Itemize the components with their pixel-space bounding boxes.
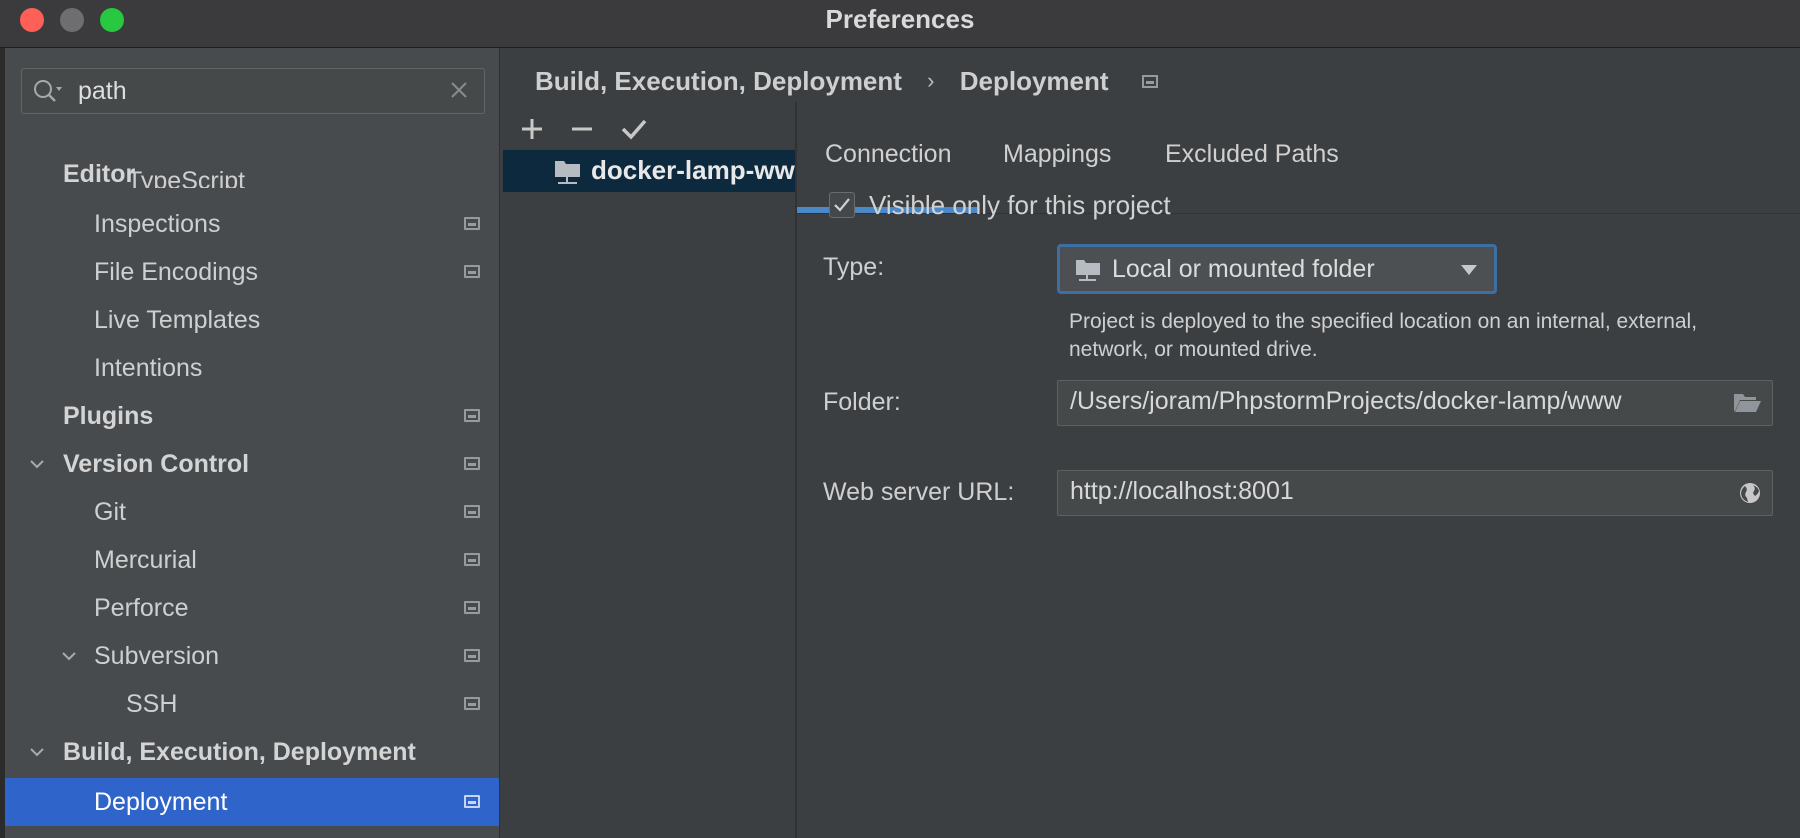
settings-sidebar: TypeScript Editor Inspections File Encod… (5, 48, 500, 838)
project-settings-icon (464, 505, 480, 518)
tab-label: Connection (825, 140, 952, 168)
sidebar-item-label: Perforce (94, 594, 189, 622)
folder-label: Folder: (823, 388, 901, 416)
sidebar-item-subversion[interactable]: Subversion (5, 632, 499, 680)
sidebar-item-file-encodings[interactable]: File Encodings (5, 248, 499, 296)
sidebar-item-label: Inspections (94, 210, 221, 238)
search-icon (34, 80, 62, 102)
sidebar-item-mercurial[interactable]: Mercurial (5, 536, 499, 584)
project-settings-icon (464, 265, 480, 278)
project-settings-icon (464, 697, 480, 710)
project-settings-icon (464, 649, 480, 662)
sidebar-item-live-templates[interactable]: Live Templates (5, 296, 499, 344)
tab-label: Excluded Paths (1165, 140, 1339, 168)
breadcrumb-current: Deployment (959, 65, 1109, 96)
project-settings-icon (464, 553, 480, 566)
sidebar-item-perforce[interactable]: Perforce (5, 584, 499, 632)
search-box[interactable] (21, 68, 485, 114)
remove-server-button[interactable] (565, 112, 599, 146)
project-settings-icon (464, 601, 480, 614)
web-server-url-label: Web server URL: (823, 478, 1015, 506)
sidebar-item-git[interactable]: Git (5, 488, 499, 536)
chevron-down-icon (1461, 265, 1477, 275)
sidebar-item-label: Intentions (94, 354, 203, 382)
visible-only-checkbox[interactable] (829, 192, 855, 218)
breadcrumb-separator: › (927, 68, 935, 94)
chevron-down-icon[interactable] (61, 648, 77, 664)
sidebar-item-inspections[interactable]: Inspections (5, 200, 499, 248)
add-server-button[interactable] (515, 112, 549, 146)
project-settings-icon (1141, 74, 1158, 88)
server-list-item[interactable]: docker-lamp-www (503, 150, 795, 192)
tab-label: Mappings (1003, 140, 1112, 168)
sidebar-item-label: Build, Execution, Deployment (63, 738, 416, 766)
sidebar-item-label: Editor (63, 160, 136, 188)
project-settings-icon (464, 457, 480, 470)
breadcrumb-parent[interactable]: Build, Execution, Deployment (535, 66, 902, 97)
sidebar-item-build-execution-deployment[interactable]: Build, Execution, Deployment (5, 728, 499, 776)
server-name: docker-lamp-www (591, 155, 795, 185)
sidebar-item-label: Git (94, 498, 126, 526)
chevron-down-icon[interactable] (29, 744, 45, 760)
project-settings-icon (464, 217, 480, 230)
web-server-url-value: http://localhost:8001 (1070, 477, 1294, 505)
sidebar-item-editor[interactable]: Editor (5, 154, 499, 194)
sidebar-item-intentions[interactable]: Intentions (5, 344, 499, 392)
type-value: Local or mounted folder (1112, 255, 1375, 283)
web-server-url-field[interactable]: http://localhost:8001 (1057, 470, 1773, 516)
globe-icon[interactable] (1732, 481, 1762, 505)
type-label: Type: (823, 253, 885, 281)
project-settings-icon (464, 409, 480, 422)
sidebar-item-plugins[interactable]: Plugins (5, 392, 499, 440)
folder-server-icon (555, 161, 580, 184)
sidebar-item-ssh[interactable]: SSH (5, 680, 499, 728)
folder-field[interactable]: /Users/joram/PhpstormProjects/docker-lam… (1057, 380, 1773, 426)
sidebar-item-deployment[interactable]: Deployment (5, 778, 499, 826)
sidebar-item-label: Version Control (63, 450, 250, 478)
breadcrumb: Build, Execution, Deployment › Deploymen… (535, 64, 1158, 104)
folder-value: /Users/joram/PhpstormProjects/docker-lam… (1070, 387, 1622, 415)
project-settings-icon (464, 795, 480, 808)
browse-folder-icon[interactable] (1732, 391, 1762, 415)
type-hint: Project is deployed to the specified loc… (1069, 310, 1698, 361)
type-dropdown[interactable]: Local or mounted folder (1057, 244, 1497, 294)
set-default-server-button[interactable] (617, 112, 651, 146)
server-list (501, 150, 795, 838)
window-title: Preferences (825, 4, 975, 34)
visible-only-label: Visible only for this project (869, 190, 1171, 220)
sidebar-item-label: File Encodings (94, 258, 258, 286)
sidebar-item-version-control[interactable]: Version Control (5, 440, 499, 488)
tab-excluded-paths[interactable]: Excluded Paths (1165, 102, 1355, 214)
sidebar-item-label: Subversion (94, 642, 220, 670)
check-icon (834, 198, 850, 212)
sidebar-item-label: Live Templates (94, 306, 261, 334)
sidebar-item-label: Deployment (94, 788, 228, 816)
search-input[interactable] (78, 75, 418, 107)
clear-search-icon[interactable] (448, 79, 470, 101)
sidebar-item-label: SSH (126, 690, 178, 718)
chevron-down-icon[interactable] (29, 456, 45, 472)
sidebar-item-label: Plugins (63, 402, 154, 430)
sidebar-item-label: Mercurial (94, 546, 197, 574)
title-bar: Preferences (0, 0, 1800, 48)
settings-content: Build, Execution, Deployment › Deploymen… (501, 48, 1800, 838)
folder-icon (1076, 260, 1100, 281)
